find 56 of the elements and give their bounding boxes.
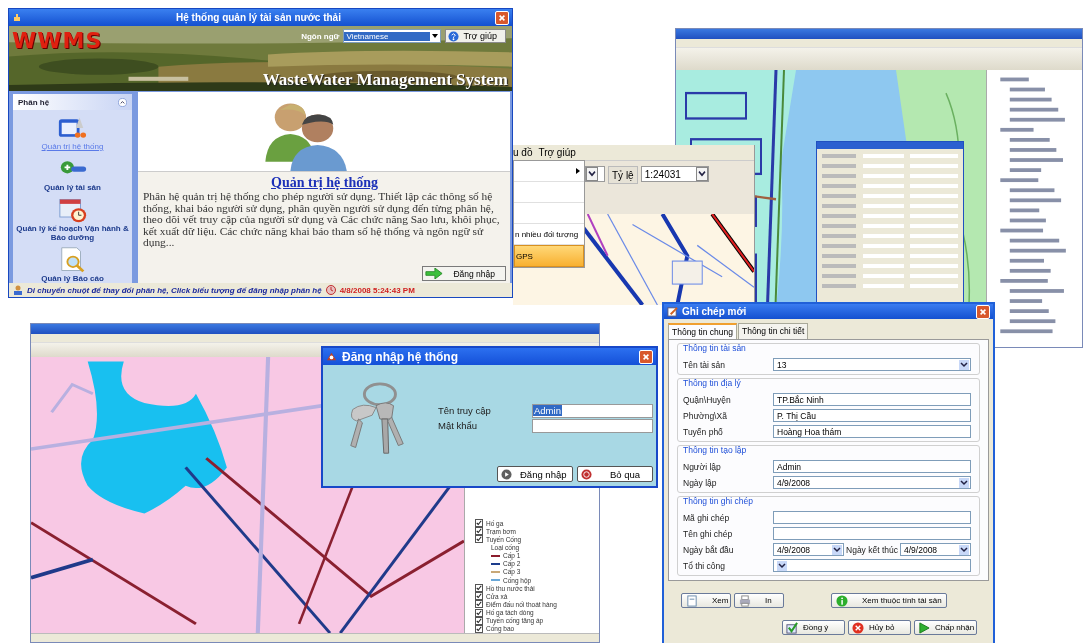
field-label: Phường\Xã	[683, 410, 728, 421]
dialog-button[interactable]: In	[734, 593, 784, 608]
scale-button[interactable]: Tỷ lệ	[608, 166, 638, 184]
field-label: Tuyến phố	[683, 426, 724, 437]
menu-item[interactable]: GPS	[514, 245, 584, 267]
dialog-button[interactable]: Bỏ qua	[577, 466, 653, 482]
language-dropdown[interactable]: Vietnamese	[343, 29, 442, 43]
field-label: Mã ghi chép	[683, 512, 731, 523]
menu-item[interactable]: u đồ	[513, 147, 533, 158]
language-label: Ngôn ngữ	[301, 31, 340, 41]
field-label: Tên tài sản	[683, 359, 727, 370]
field-label: Mật khẩu	[438, 420, 479, 431]
dialog-button[interactable]: Đồng ý	[782, 620, 845, 635]
dialog-title: Đăng nhập hệ thống	[342, 349, 459, 364]
field-label: Ngày lập	[683, 477, 718, 488]
username-field[interactable]: Admin	[532, 403, 653, 418]
text-field[interactable]: Hoàng Hoa thám	[773, 425, 971, 438]
help-button[interactable]: Trợ giúp	[445, 29, 506, 43]
language-value: Vietnamese	[344, 31, 431, 41]
dialog-button[interactable]: Hủy bỏ	[848, 620, 911, 635]
field-label: Tên truy cập	[438, 405, 492, 416]
group-title: Thông tin địa lý	[683, 378, 742, 390]
sidebar-title: Phân hệ	[18, 97, 50, 107]
status-hint: Di chuyển chuột để thay đổi phân hệ, Click biểu tượng để đăng nhập phân hệ	[27, 285, 322, 295]
module-heading-link[interactable]: Quản trị hệ thống	[271, 175, 378, 191]
sidebar-item[interactable]: Quản lý kế hoạch Vận hành & Bảo dưỡng	[13, 224, 132, 242]
group-title: Thông tin ghi chép	[683, 496, 754, 508]
dropdown-field[interactable]: 4/9/2008	[900, 543, 971, 556]
login-button[interactable]: Đăng nhập	[422, 266, 506, 281]
dropdown-field[interactable]: 13	[773, 358, 971, 371]
module-description: Phân hệ quản trị hệ thống cho phép người sử dụng. Thiết lập các thông số hệ thống, khai báo người sử dụng, phân quyền người sử dụng đến từng phân hệ, theo dõi vết truy cập của người sử dụng và Các chức năng Sao lưu, khôi phục, kết xuất dữ liệu. Các chức năng khai báo tham số hệ thống và ngôn ngữ sử dụng...	[143, 191, 501, 249]
field-label: Tổ thi công	[683, 560, 727, 571]
text-field[interactable]: TP.Bắc Ninh	[773, 393, 971, 406]
dropdown-field[interactable]: 4/9/2008	[773, 476, 971, 489]
window-title: Hệ thống quản lý tài sản nước thải	[175, 12, 342, 23]
field-label: Ngày kết thúc	[846, 544, 898, 555]
group-title: Thông tin tạo lập	[683, 445, 748, 457]
sidebar-item[interactable]: Quản lý Báo cáo	[39, 274, 106, 283]
username-value: Admin	[533, 405, 562, 416]
text-field[interactable]: Admin	[773, 460, 971, 473]
field-label: Tên ghi chép	[683, 528, 734, 539]
sidebar-item[interactable]: Quản lý tài sản	[42, 183, 103, 192]
status-datetime: 4/8/2008 5:24:43 PM	[339, 285, 415, 295]
field-label: Ngày bắt đầu	[683, 544, 735, 555]
dialog-button[interactable]: Xem	[681, 593, 731, 608]
menu-item[interactable]: Trợ giúp	[538, 147, 576, 158]
dropdown-field[interactable]: 4/9/2008	[773, 543, 844, 556]
dialog-button[interactable]: Chấp nhận	[914, 620, 977, 635]
logo: WWMS	[12, 28, 103, 53]
field-label: Người lập	[683, 461, 722, 472]
scale-value: 1:24031	[644, 168, 681, 180]
dialog-button[interactable]: Xem thuộc tính tài sản	[831, 593, 947, 608]
banner-title: WasteWater Management System	[262, 70, 508, 90]
dialog-button[interactable]: Đăng nhập	[497, 466, 573, 482]
text-field[interactable]: P. Thị Cầu	[773, 409, 971, 422]
field-label: Quận\Huyện	[683, 394, 732, 405]
